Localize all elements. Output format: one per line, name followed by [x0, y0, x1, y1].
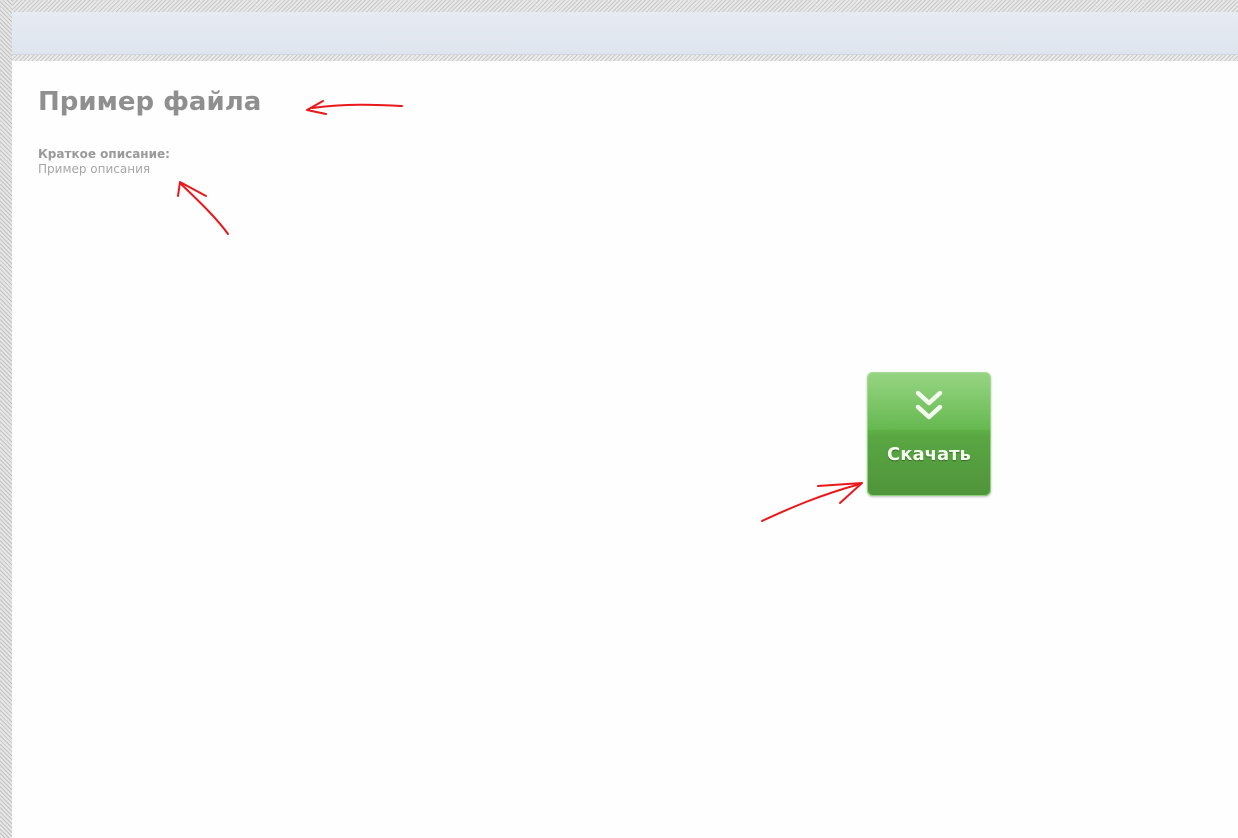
download-button-label: Скачать — [887, 444, 971, 465]
download-button[interactable]: Скачать — [867, 372, 991, 496]
app-window: Пример файла Краткое описание: Пример оп… — [0, 0, 1238, 838]
page-title: Пример файла — [38, 87, 262, 117]
description-label: Краткое описание: — [38, 147, 170, 161]
left-border — [0, 0, 12, 838]
description-text: Пример описания — [38, 162, 151, 176]
toolbar — [12, 12, 1238, 55]
double-chevron-down-icon — [911, 390, 947, 424]
file-page: Пример файла Краткое описание: Пример оп… — [14, 61, 1238, 838]
top-border — [0, 0, 1238, 12]
